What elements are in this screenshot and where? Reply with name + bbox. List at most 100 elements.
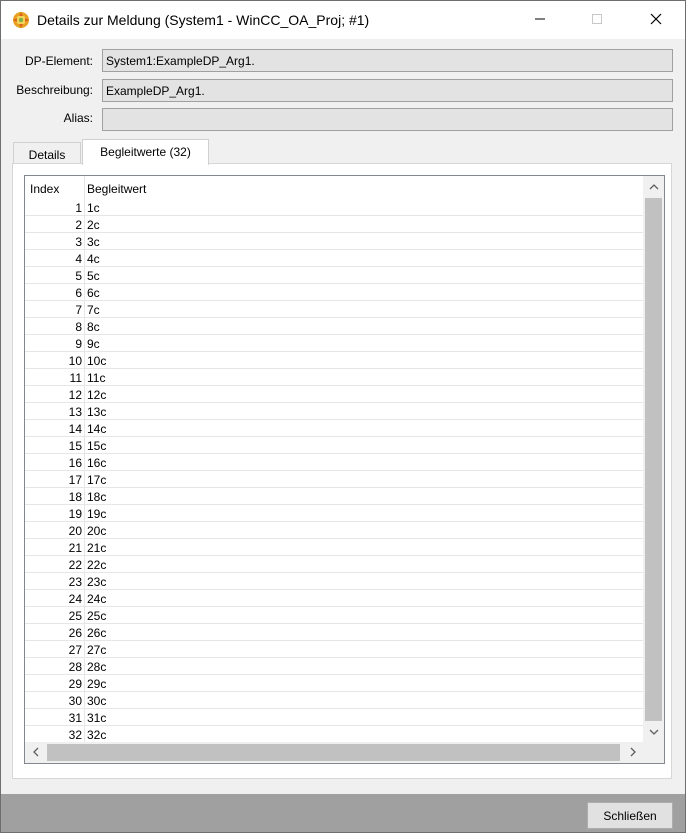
chevron-left-icon — [32, 746, 40, 760]
cell-value: 26c — [87, 626, 107, 640]
close-button[interactable]: Schließen — [587, 802, 673, 829]
table-row[interactable]: 19 19c — [25, 505, 643, 522]
cell-index: 21 — [25, 539, 85, 556]
table-row[interactable]: 9 9c — [25, 335, 643, 352]
cell-index: 3 — [25, 233, 85, 250]
dp-element-field[interactable]: System1:ExampleDP_Arg1. — [102, 49, 673, 72]
vertical-scrollbar[interactable] — [643, 176, 664, 742]
chevron-right-icon — [629, 746, 637, 760]
chevron-down-icon — [649, 725, 659, 739]
cell-value: 32c — [87, 728, 107, 742]
table-row[interactable]: 6 6c — [25, 284, 643, 301]
cell-index: 16 — [25, 454, 85, 471]
horizontal-scrollbar[interactable] — [25, 742, 643, 763]
table-row[interactable]: 23 23c — [25, 573, 643, 590]
cell-index: 28 — [25, 658, 85, 675]
tab-begleitwerte[interactable]: Begleitwerte (32) — [82, 139, 209, 165]
cell-value: 2c — [87, 218, 100, 232]
table-row[interactable]: 8 8c — [25, 318, 643, 335]
table-row[interactable]: 24 24c — [25, 590, 643, 607]
table-row[interactable]: 12 12c — [25, 386, 643, 403]
description-field[interactable]: ExampleDP_Arg1. — [102, 79, 673, 102]
gear-flame-icon — [11, 10, 31, 30]
cell-value: 7c — [87, 303, 100, 317]
cell-value: 31c — [87, 711, 107, 725]
close-window-button[interactable] — [633, 1, 679, 39]
table-row[interactable]: 25 25c — [25, 607, 643, 624]
cell-value: 14c — [87, 422, 107, 436]
minimize-button[interactable] — [517, 1, 563, 39]
scroll-right-button[interactable] — [624, 742, 641, 763]
cell-index: 19 — [25, 505, 85, 522]
footer-bar — [1, 794, 685, 832]
table-row[interactable]: 10 10c — [25, 352, 643, 369]
window-title: Details zur Meldung (System1 - WinCC_OA_… — [37, 12, 370, 28]
alias-field[interactable] — [102, 108, 673, 131]
cell-index: 27 — [25, 641, 85, 658]
table-header: Index Begleitwert — [25, 176, 643, 199]
table-row[interactable]: 11 11c — [25, 369, 643, 386]
horizontal-scroll-thumb[interactable] — [47, 744, 620, 761]
table-row[interactable]: 21 21c — [25, 539, 643, 556]
table-row[interactable]: 2 2c — [25, 216, 643, 233]
table-row[interactable]: 28 28c — [25, 658, 643, 675]
column-header-index[interactable]: Index — [25, 176, 85, 199]
table-row[interactable]: 29 29c — [25, 675, 643, 692]
cell-value: 6c — [87, 286, 100, 300]
table-row[interactable]: 7 7c — [25, 301, 643, 318]
cell-index: 9 — [25, 335, 85, 352]
cell-value: 4c — [87, 252, 100, 266]
cell-index: 15 — [25, 437, 85, 454]
cell-value: 27c — [87, 643, 107, 657]
cell-value: 17c — [87, 473, 107, 487]
cell-index: 31 — [25, 709, 85, 726]
cell-value: 22c — [87, 558, 107, 572]
begleitwerte-table: Index Begleitwert 1 1c 2 2c 3 3c 4 4c 5 5c 6 6c 7 7c 8… — [24, 175, 665, 764]
scroll-up-button[interactable] — [643, 178, 664, 195]
title-bar[interactable]: Details zur Meldung (System1 - WinCC_OA_… — [1, 1, 685, 39]
table-row[interactable]: 30 30c — [25, 692, 643, 709]
table-row[interactable]: 1 1c — [25, 199, 643, 216]
cell-value: 12c — [87, 388, 107, 402]
table-row[interactable]: 16 16c — [25, 454, 643, 471]
maximize-button — [574, 1, 620, 39]
table-row[interactable]: 18 18c — [25, 488, 643, 505]
table-row[interactable]: 27 27c — [25, 641, 643, 658]
table-row[interactable]: 15 15c — [25, 437, 643, 454]
cell-index: 13 — [25, 403, 85, 420]
table-body: 1 1c 2 2c 3 3c 4 4c 5 5c 6 6c 7 7c 8 8c 9 9c 10 10c 11 11c 12 1… — [25, 199, 643, 743]
cell-value: 8c — [87, 320, 100, 334]
scroll-down-button[interactable] — [643, 723, 664, 740]
cell-value: 3c — [87, 235, 100, 249]
cell-value: 25c — [87, 609, 107, 623]
table-row[interactable]: 3 3c — [25, 233, 643, 250]
cell-index: 26 — [25, 624, 85, 641]
cell-index: 6 — [25, 284, 85, 301]
vertical-scroll-thumb[interactable] — [645, 198, 662, 721]
cell-index: 25 — [25, 607, 85, 624]
cell-value: 15c — [87, 439, 107, 453]
cell-value: 20c — [87, 524, 107, 538]
cell-index: 10 — [25, 352, 85, 369]
table-row[interactable]: 5 5c — [25, 267, 643, 284]
table-row[interactable]: 17 17c — [25, 471, 643, 488]
scroll-left-button[interactable] — [27, 742, 44, 763]
table-row[interactable]: 26 26c — [25, 624, 643, 641]
details-dialog: Details zur Meldung (System1 - WinCC_OA_… — [0, 0, 686, 833]
cell-value: 30c — [87, 694, 107, 708]
cell-value: 10c — [87, 354, 107, 368]
table-row[interactable]: 14 14c — [25, 420, 643, 437]
table-row[interactable]: 4 4c — [25, 250, 643, 267]
column-header-value[interactable]: Begleitwert — [87, 182, 146, 196]
table-row[interactable]: 32 32c — [25, 726, 643, 743]
table-row[interactable]: 20 20c — [25, 522, 643, 539]
table-row[interactable]: 31 31c — [25, 709, 643, 726]
table-row[interactable]: 22 22c — [25, 556, 643, 573]
table-row[interactable]: 13 13c — [25, 403, 643, 420]
tab-details[interactable]: Details — [13, 142, 81, 165]
cell-index: 11 — [25, 369, 85, 386]
cell-index: 14 — [25, 420, 85, 437]
cell-index: 23 — [25, 573, 85, 590]
alias-label: Alias: — [63, 111, 93, 125]
cell-index: 12 — [25, 386, 85, 403]
